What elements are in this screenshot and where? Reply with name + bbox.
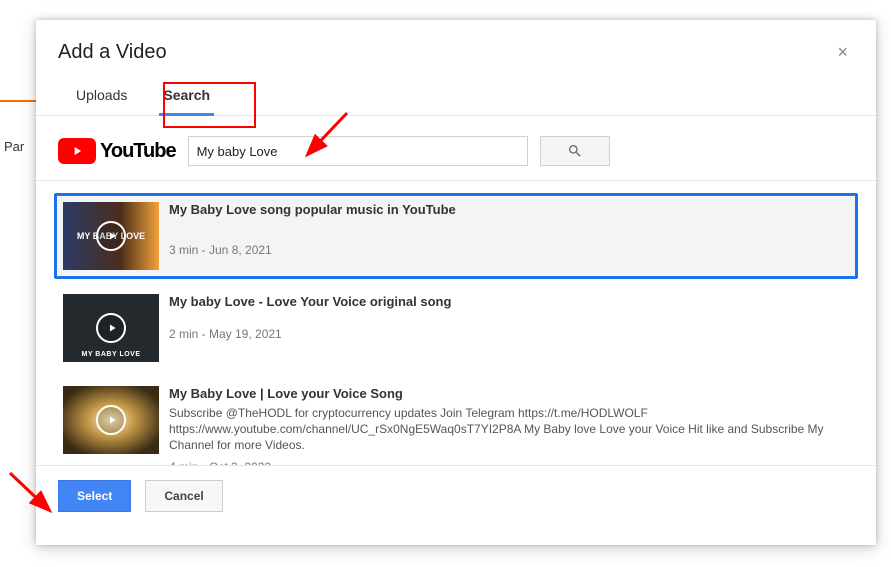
youtube-logo: YouTube bbox=[58, 138, 176, 164]
search-row: YouTube bbox=[36, 116, 876, 181]
result-title: My Baby Love song popular music in YouTu… bbox=[169, 202, 849, 217]
play-icon bbox=[96, 221, 126, 251]
result-meta: 3 min - Jun 8, 2021 bbox=[169, 243, 849, 257]
tab-search[interactable]: Search bbox=[145, 77, 228, 115]
result-body: My Baby Love | Love your Voice Song Subs… bbox=[169, 386, 849, 466]
result-body: My Baby Love song popular music in YouTu… bbox=[169, 202, 849, 270]
video-thumbnail: MY BABY LOVE bbox=[63, 202, 159, 270]
search-input[interactable] bbox=[188, 136, 528, 166]
add-video-modal: Add a Video × Uploads Search YouTube MY … bbox=[36, 20, 876, 545]
result-body: My baby Love - Love Your Voice original … bbox=[169, 294, 849, 362]
youtube-play-icon bbox=[58, 138, 96, 164]
video-thumbnail bbox=[63, 386, 159, 454]
search-result-item[interactable]: MY BABY LOVE My Baby Love song popular m… bbox=[54, 193, 858, 279]
modal-header: Add a Video × bbox=[36, 20, 876, 77]
result-meta: 2 min - May 19, 2021 bbox=[169, 327, 849, 341]
bg-label: Par bbox=[0, 135, 28, 158]
close-button[interactable]: × bbox=[831, 38, 854, 67]
play-icon bbox=[96, 405, 126, 435]
cancel-button[interactable]: Cancel bbox=[145, 480, 222, 512]
play-icon bbox=[96, 313, 126, 343]
search-results[interactable]: MY BABY LOVE My Baby Love song popular m… bbox=[36, 181, 876, 466]
modal-title: Add a Video bbox=[58, 41, 167, 64]
result-description: Subscribe @TheHODL for cryptocurrency up… bbox=[169, 405, 849, 454]
select-button[interactable]: Select bbox=[58, 480, 131, 512]
search-button[interactable] bbox=[540, 136, 610, 166]
result-title: My Baby Love | Love your Voice Song bbox=[169, 386, 849, 401]
close-icon: × bbox=[837, 42, 848, 62]
search-result-item[interactable]: My Baby Love | Love your Voice Song Subs… bbox=[54, 377, 858, 466]
tabs: Uploads Search bbox=[36, 77, 876, 116]
search-icon bbox=[567, 143, 583, 159]
result-meta: 4 min - Oct 3, 2020 bbox=[169, 460, 849, 466]
search-result-item[interactable]: MY BABY LOVE My baby Love - Love Your Vo… bbox=[54, 285, 858, 371]
modal-footer: Select Cancel bbox=[36, 466, 876, 526]
video-thumbnail: MY BABY LOVE bbox=[63, 294, 159, 362]
youtube-brand-text: YouTube bbox=[100, 140, 176, 163]
thumbnail-caption: MY BABY LOVE bbox=[81, 351, 140, 358]
result-title: My baby Love - Love Your Voice original … bbox=[169, 294, 849, 309]
tab-uploads[interactable]: Uploads bbox=[58, 77, 145, 115]
